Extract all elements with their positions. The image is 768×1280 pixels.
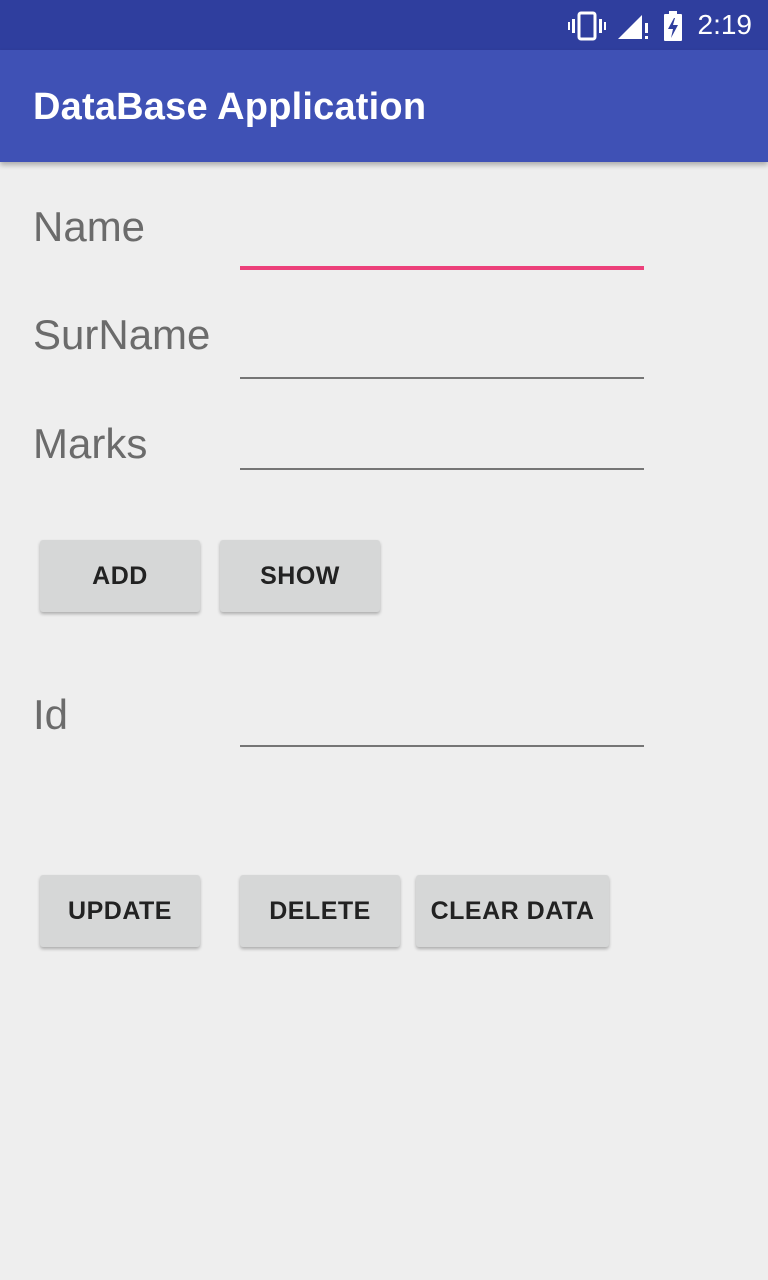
app-title: DataBase Application [33,86,427,128]
clear-data-button[interactable]: CLEAR DATA [416,875,609,947]
id-input[interactable] [240,693,644,747]
id-label: Id [33,691,69,738]
vibrate-icon [568,11,606,41]
signal-icon [618,15,648,39]
marks-label: Marks [33,420,148,467]
surname-input[interactable] [240,325,644,379]
battery-charging-icon [664,11,682,41]
status-time: 2:19 [697,9,753,40]
marks-input[interactable] [240,416,644,470]
update-button[interactable]: UPDATE [40,875,200,947]
show-button[interactable]: SHOW [220,540,380,612]
delete-button[interactable]: DELETE [240,875,400,947]
surname-label: SurName [33,311,211,358]
status-bar: 2:19 [0,0,768,50]
name-label: Name [33,203,146,250]
app-bar: DataBase Application [0,50,768,162]
add-button[interactable]: ADD [40,540,200,612]
name-input[interactable] [240,216,644,270]
